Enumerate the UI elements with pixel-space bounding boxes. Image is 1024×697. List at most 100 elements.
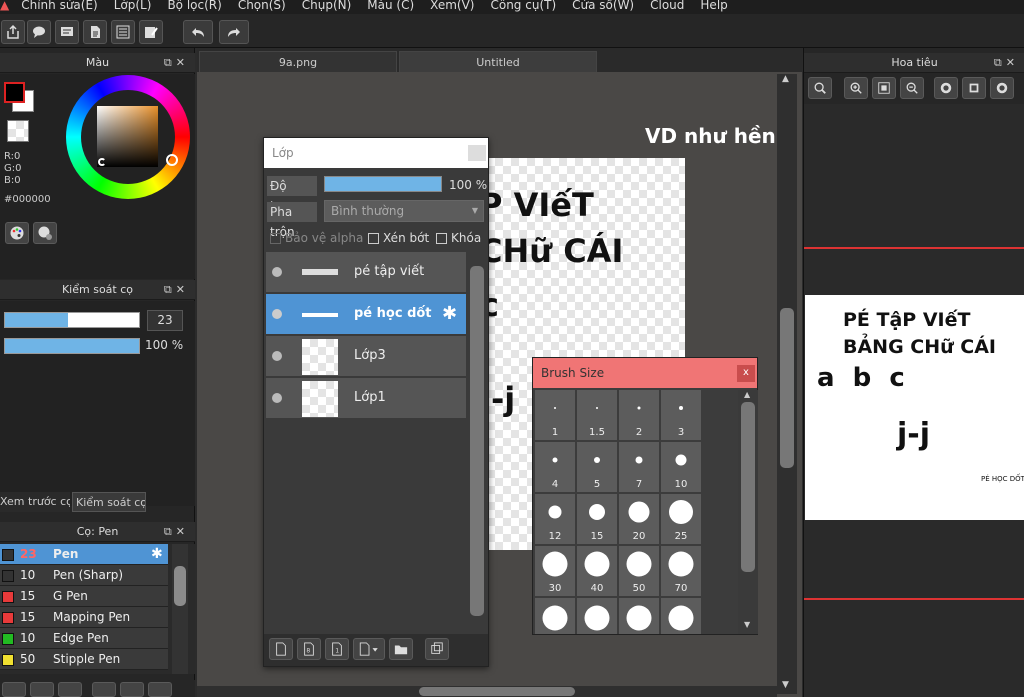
- scroll-thumb[interactable]: [419, 687, 575, 696]
- layer-item[interactable]: Lớp3: [266, 336, 466, 377]
- pen-list-scrollbar[interactable]: [172, 544, 188, 674]
- visibility-icon[interactable]: [272, 393, 282, 403]
- navigator-preview-area[interactable]: PÉ TậP VIếT BẢNG CHữ CÁI a b c j-j PÉ HỌ…: [804, 104, 1024, 697]
- pen-item-stipple-pen[interactable]: 50 Stipple Pen: [0, 649, 168, 670]
- pen-item-pen[interactable]: 23 Pen ✱: [0, 544, 168, 565]
- scroll-up-arrow[interactable]: ▲: [782, 74, 789, 84]
- rotate-left-button[interactable]: [934, 77, 958, 99]
- fit-button[interactable]: [872, 77, 896, 99]
- brush-menu-button[interactable]: [58, 682, 82, 697]
- menu-capture[interactable]: Chụp(N): [294, 0, 360, 14]
- scroll-thumb[interactable]: [780, 308, 794, 468]
- copy-brush-button[interactable]: [92, 682, 116, 697]
- new-layer-button[interactable]: [269, 638, 293, 660]
- menu-tools[interactable]: Công cụ(T): [482, 0, 564, 14]
- close-button[interactable]: x: [737, 365, 755, 382]
- add-layer-menu-button[interactable]: [353, 638, 385, 660]
- brush-size-cell[interactable]: [535, 598, 575, 634]
- brush-size-cell[interactable]: 30: [535, 546, 575, 596]
- brush-size-cell[interactable]: 1.5: [577, 390, 617, 440]
- layer-folder-button[interactable]: [389, 638, 413, 660]
- brush-size-cell[interactable]: 70: [661, 546, 701, 596]
- menu-window[interactable]: Cửa sổ(W): [564, 0, 642, 14]
- menu-color[interactable]: Màu (C): [359, 0, 422, 14]
- rotate-right-button[interactable]: [990, 77, 1014, 99]
- undo-button[interactable]: [183, 20, 213, 44]
- brush-size-cell[interactable]: [577, 598, 617, 634]
- brush-size-cell[interactable]: 7: [619, 442, 659, 492]
- protect-alpha-checkbox[interactable]: Bảo vệ alpha: [270, 231, 370, 249]
- canvas-horizontal-scrollbar[interactable]: [197, 686, 777, 697]
- visibility-icon[interactable]: [272, 351, 282, 361]
- brush-size-cell[interactable]: 3: [661, 390, 701, 440]
- visibility-icon[interactable]: [272, 309, 282, 319]
- folder-button[interactable]: [120, 682, 144, 697]
- redo-button[interactable]: [219, 20, 249, 44]
- layer-item[interactable]: pé tập viết: [266, 252, 466, 293]
- zoom-out-button[interactable]: [900, 77, 924, 99]
- foreground-color-swatch[interactable]: [4, 82, 25, 103]
- layer-item[interactable]: Lớp1: [266, 378, 466, 419]
- panel-controls[interactable]: ⧉✕: [164, 53, 189, 73]
- zoom-button[interactable]: [808, 77, 832, 99]
- brush-size-cell[interactable]: 25: [661, 494, 701, 544]
- scroll-thumb[interactable]: [174, 566, 186, 606]
- zoom-in-button[interactable]: [844, 77, 868, 99]
- brush-size-titlebar[interactable]: Brush Size x: [533, 358, 757, 388]
- duplicate-layer-button[interactable]: [425, 638, 449, 660]
- close-icon[interactable]: [468, 145, 486, 161]
- layer-panel-titlebar[interactable]: Lớp: [264, 138, 488, 168]
- message-button[interactable]: [55, 20, 79, 44]
- menu-file[interactable]: ▲: [0, 0, 13, 14]
- brush-size-cell[interactable]: 5: [577, 442, 617, 492]
- brush-size-cell[interactable]: 1: [535, 390, 575, 440]
- menu-filter[interactable]: Bộ lọc(R): [159, 0, 229, 14]
- pen-item-edge-pen[interactable]: 10 Edge Pen: [0, 628, 168, 649]
- tab-brush-control[interactable]: Kiểm soát cọ: [72, 492, 146, 512]
- brush-size-cell[interactable]: 12: [535, 494, 575, 544]
- brush-size-cell[interactable]: 50: [619, 546, 659, 596]
- layer-item[interactable]: pé học dốt ✱: [266, 294, 466, 335]
- brush-size-cell[interactable]: [661, 598, 701, 634]
- tab-9a-png[interactable]: 9a.png: [199, 51, 397, 72]
- visibility-icon[interactable]: [272, 267, 282, 277]
- menu-edit[interactable]: Chỉnh sửa(E): [13, 0, 106, 14]
- share-button[interactable]: [1, 20, 25, 44]
- scroll-up-arrow[interactable]: ▲: [744, 390, 750, 399]
- brush-size-cell[interactable]: 10: [661, 442, 701, 492]
- panel-controls[interactable]: ⧉✕: [994, 53, 1019, 73]
- brush-size-cell[interactable]: [619, 598, 659, 634]
- palette-settings-button[interactable]: [33, 222, 57, 244]
- clipping-checkbox[interactable]: Xén bớt: [368, 231, 434, 249]
- comment-button[interactable]: [27, 20, 51, 44]
- new-brush-button[interactable]: [30, 682, 54, 697]
- tab-brush-preview[interactable]: Xem trước cọ: [0, 492, 70, 512]
- duplicate-button[interactable]: [148, 682, 172, 697]
- new-1bit-layer-button[interactable]: 1: [325, 638, 349, 660]
- brush-size-slider[interactable]: [4, 312, 140, 328]
- pen-item-g-pen[interactable]: 15 G Pen: [0, 586, 168, 607]
- palette-button[interactable]: [5, 222, 29, 244]
- menu-view[interactable]: Xem(V): [422, 0, 482, 14]
- brush-size-cell[interactable]: 20: [619, 494, 659, 544]
- layer-opacity-slider[interactable]: [324, 176, 442, 192]
- sv-marker[interactable]: [98, 158, 106, 166]
- brush-opacity-slider[interactable]: [4, 338, 140, 354]
- scroll-thumb[interactable]: [741, 402, 755, 572]
- blend-mode-select[interactable]: Bình thường ▼: [324, 200, 484, 222]
- hue-marker[interactable]: [166, 154, 178, 166]
- panel-controls[interactable]: ⧉✕: [164, 522, 189, 542]
- scroll-down-arrow[interactable]: ▼: [782, 680, 789, 690]
- list-button[interactable]: [111, 20, 135, 44]
- scroll-thumb[interactable]: [470, 266, 484, 616]
- gear-icon[interactable]: ✱: [151, 544, 163, 564]
- reset-view-button[interactable]: [962, 77, 986, 99]
- brush-size-cell[interactable]: 2: [619, 390, 659, 440]
- panel-controls[interactable]: ⧉✕: [164, 280, 189, 300]
- brush-size-cell[interactable]: 15: [577, 494, 617, 544]
- brush-tool-button[interactable]: [2, 682, 26, 697]
- menu-layer[interactable]: Lớp(L): [106, 0, 160, 14]
- edit-list-button[interactable]: [139, 20, 163, 44]
- lock-checkbox[interactable]: Khóa: [436, 231, 490, 249]
- saturation-value-square[interactable]: [97, 106, 158, 167]
